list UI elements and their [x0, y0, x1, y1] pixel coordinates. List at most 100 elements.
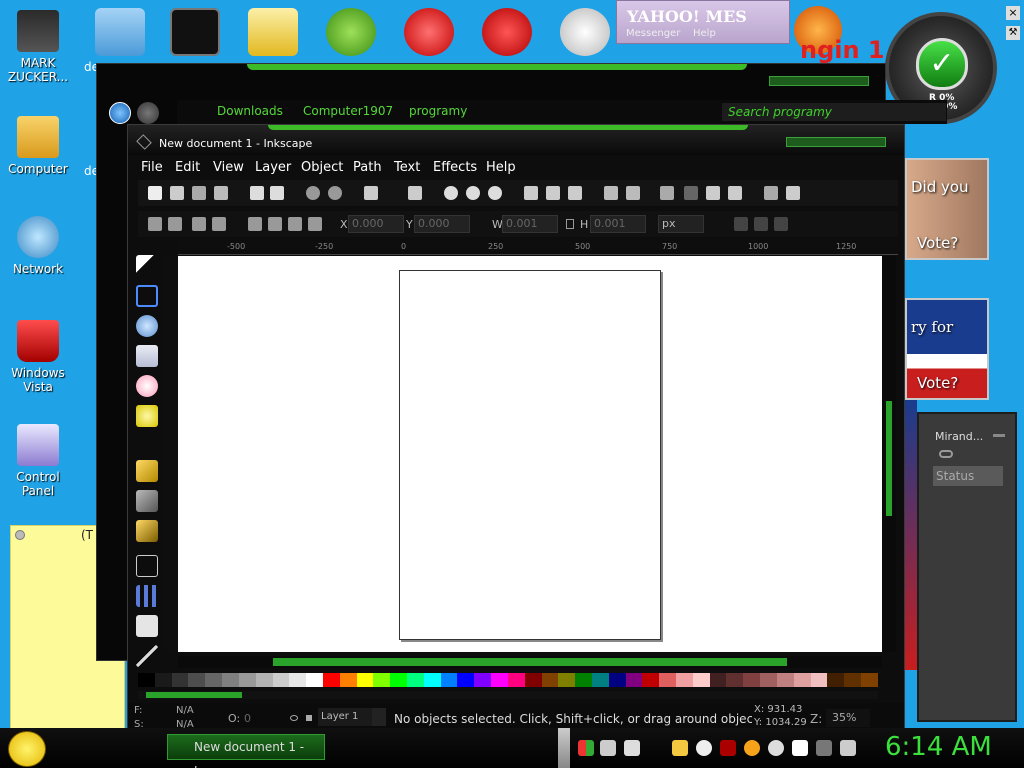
- palette-swatch[interactable]: [390, 673, 407, 687]
- drawing-canvas[interactable]: [178, 256, 882, 652]
- palette-swatch[interactable]: [860, 673, 878, 687]
- zoom-tool-icon[interactable]: [136, 315, 158, 337]
- address-bar[interactable]: Downloads Computer1907 programy Search p…: [177, 100, 947, 124]
- x-field[interactable]: 0.000: [348, 215, 404, 233]
- palette-swatch[interactable]: [558, 673, 576, 687]
- rotate-cw-icon[interactable]: [168, 217, 182, 231]
- palette-swatch[interactable]: [272, 673, 290, 687]
- selector-tool-icon[interactable]: [136, 255, 158, 277]
- align-icon[interactable]: [728, 186, 742, 200]
- folder-tray-icon[interactable]: [672, 740, 688, 756]
- start-button-smiley-icon[interactable]: [8, 731, 46, 767]
- status-dropdown[interactable]: Status: [933, 466, 1003, 486]
- search-input[interactable]: Search programy: [722, 103, 946, 121]
- menu-effects[interactable]: Effects: [433, 160, 477, 175]
- menu-help[interactable]: Help: [486, 160, 516, 175]
- zoom-drawing-icon[interactable]: [466, 186, 480, 200]
- breadcrumb-programy[interactable]: programy: [409, 104, 467, 118]
- menu-object[interactable]: Object: [301, 160, 343, 175]
- palette-scroll-thumb[interactable]: [146, 692, 242, 698]
- palette-swatch[interactable]: [659, 673, 676, 687]
- palette-swatch[interactable]: [154, 673, 172, 687]
- menu-view[interactable]: View: [213, 160, 244, 175]
- palette-swatch[interactable]: [709, 673, 727, 687]
- lock-icon[interactable]: [566, 219, 574, 229]
- window-controls[interactable]: [769, 76, 869, 86]
- print-icon[interactable]: [214, 186, 228, 200]
- desktop-icon-computer[interactable]: Computer: [0, 116, 76, 176]
- flip-horizontal-icon[interactable]: [192, 217, 206, 231]
- raise-icon[interactable]: [268, 217, 282, 231]
- eye-icon[interactable]: [290, 715, 298, 721]
- text-tool-icon[interactable]: [136, 555, 158, 577]
- affect-stroke-icon[interactable]: [734, 217, 748, 231]
- desktop-icon-windows-vista[interactable]: Windows Vista: [0, 320, 76, 394]
- open-icon[interactable]: [170, 186, 184, 200]
- desktop-icon-control-panel[interactable]: Control Panel: [0, 424, 76, 498]
- export-icon[interactable]: [270, 186, 284, 200]
- taskbar-button-inkscape[interactable]: New document 1 - In...: [167, 734, 325, 768]
- preferences-icon[interactable]: [764, 186, 778, 200]
- palette-swatch[interactable]: [507, 673, 525, 687]
- minimize-icon[interactable]: [993, 434, 1005, 437]
- desktop-icon-network[interactable]: Network: [0, 216, 76, 276]
- ungroup-icon[interactable]: [626, 186, 640, 200]
- network-tray-icon[interactable]: [600, 740, 616, 756]
- horizontal-scrollbar[interactable]: [178, 656, 882, 668]
- spray-tool-icon[interactable]: [136, 585, 158, 607]
- vertical-scroll-thumb[interactable]: [886, 401, 892, 516]
- breadcrumb-computer[interactable]: Computer1907: [303, 104, 393, 118]
- lock-icon[interactable]: [306, 715, 312, 721]
- forward-button[interactable]: [137, 102, 159, 124]
- dropper-tool-icon[interactable]: [136, 645, 158, 667]
- inkscape-window[interactable]: New document 1 - Inkscape File Edit View…: [127, 124, 905, 731]
- notes-app-icon[interactable]: [95, 8, 145, 56]
- palette-swatch[interactable]: [339, 673, 357, 687]
- ellipse-tool-icon[interactable]: [136, 375, 158, 397]
- palette-swatch[interactable]: [827, 673, 845, 687]
- copy-icon[interactable]: [364, 186, 378, 200]
- app-menu-icon[interactable]: [136, 134, 152, 150]
- rotate-ccw-icon[interactable]: [148, 217, 162, 231]
- save-icon[interactable]: [192, 186, 206, 200]
- duplicate-icon[interactable]: [524, 186, 538, 200]
- palette-swatch[interactable]: [188, 673, 206, 687]
- palette-swatch[interactable]: [810, 673, 828, 687]
- power-tray-icon[interactable]: [816, 740, 832, 756]
- color-palette[interactable]: [138, 673, 878, 687]
- pen-tool-icon[interactable]: [136, 490, 158, 512]
- layer-dropdown-button[interactable]: [372, 708, 386, 726]
- palette-swatch[interactable]: [171, 673, 189, 687]
- palette-swatch[interactable]: [373, 673, 391, 687]
- palette-swatch[interactable]: [575, 673, 592, 687]
- zoom-selection-icon[interactable]: [444, 186, 458, 200]
- zoom-field[interactable]: 35%: [826, 709, 870, 727]
- layer-select[interactable]: Layer 1: [318, 708, 372, 726]
- horizontal-ruler[interactable]: -500 -250 0 250 500 750 1000 1250: [178, 241, 898, 255]
- angry-birds-icon[interactable]: [326, 8, 376, 56]
- vote-gadget[interactable]: Did you Vote?: [905, 158, 989, 260]
- affect-corners-icon[interactable]: [754, 217, 768, 231]
- palette-swatch[interactable]: [457, 673, 475, 687]
- palette-swatch[interactable]: [524, 673, 542, 687]
- console-icon[interactable]: [170, 8, 220, 56]
- close-icon[interactable]: ×: [1006, 6, 1020, 20]
- import-icon[interactable]: [250, 186, 264, 200]
- key-tray-icon[interactable]: [720, 740, 736, 756]
- node-tool-icon[interactable]: [136, 285, 158, 307]
- palette-scrollbar[interactable]: [138, 691, 878, 699]
- palette-swatch[interactable]: [760, 673, 777, 687]
- folder-icon[interactable]: [248, 8, 298, 56]
- usb-tray-icon[interactable]: [624, 740, 640, 756]
- miranda-window[interactable]: Mirand... Status: [917, 412, 1017, 722]
- xml-editor-icon[interactable]: [706, 186, 720, 200]
- window-controls[interactable]: [786, 137, 886, 147]
- document-properties-icon[interactable]: [786, 186, 800, 200]
- menu-path[interactable]: Path: [353, 160, 382, 175]
- palette-swatch[interactable]: [238, 673, 256, 687]
- back-button[interactable]: [109, 102, 131, 124]
- connector-tool-icon[interactable]: [136, 615, 158, 637]
- yahoo-messenger-window[interactable]: YAHOO! MES Messenger Help: [616, 0, 790, 44]
- search-tray-icon[interactable]: [744, 740, 760, 756]
- clone-icon[interactable]: [546, 186, 560, 200]
